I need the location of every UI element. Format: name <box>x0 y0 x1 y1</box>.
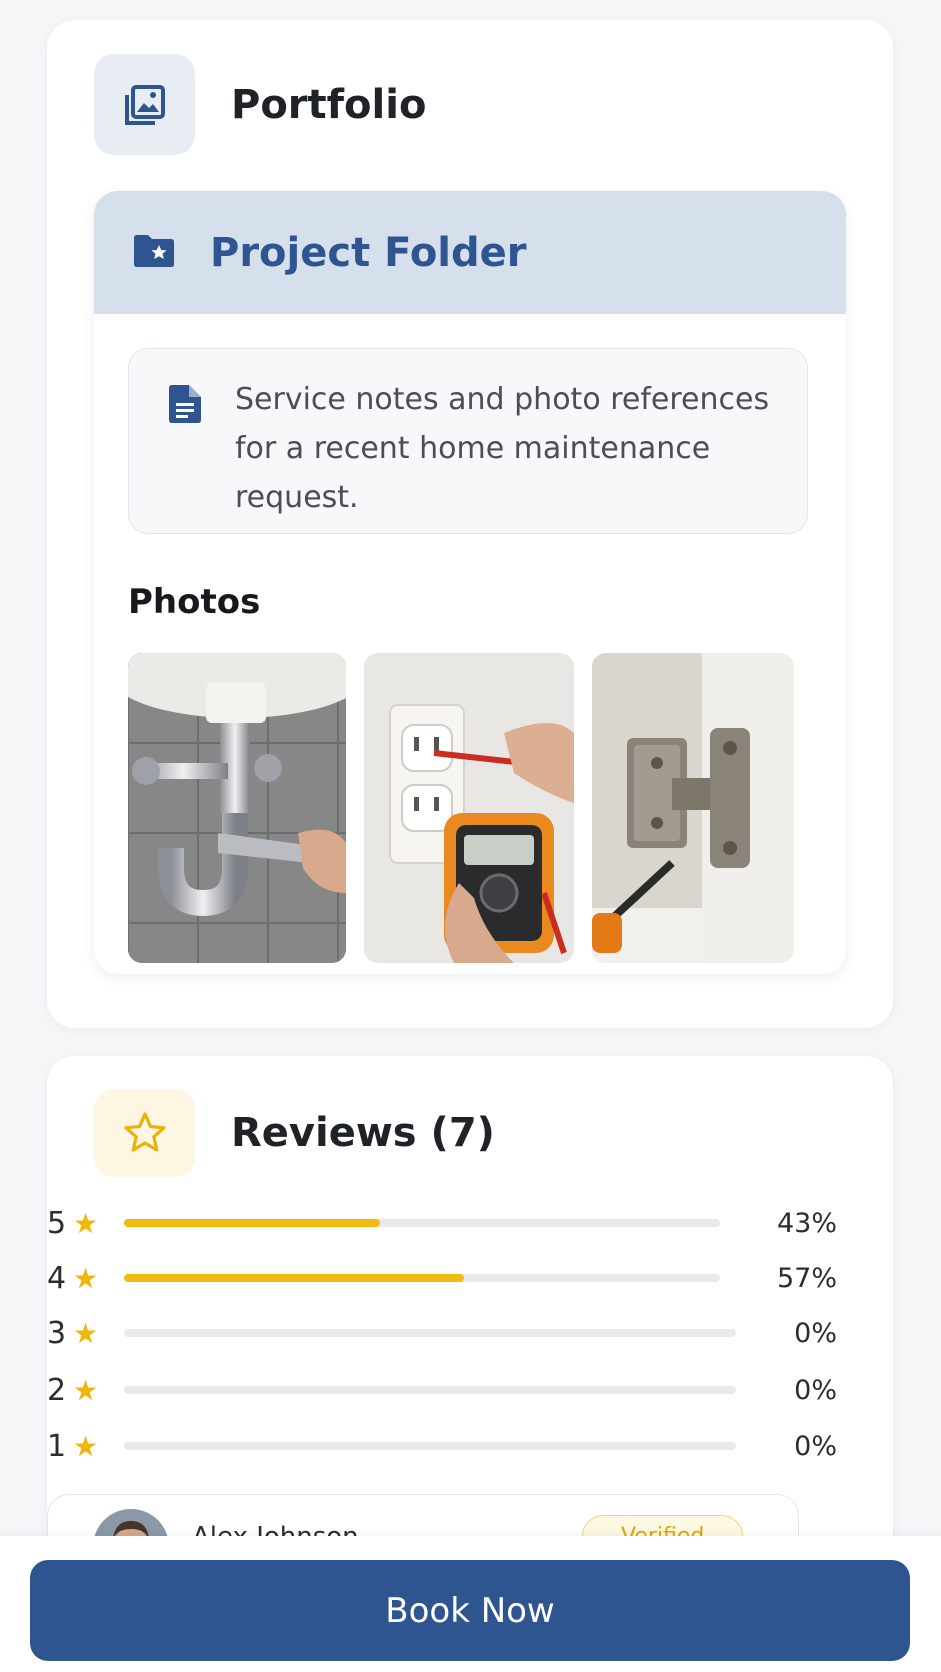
rating-bar-track <box>124 1274 720 1282</box>
rating-stars-count: 2 <box>47 1372 67 1408</box>
rating-row: 1 ★ 0% <box>47 1426 837 1466</box>
reviews-title: Reviews (7) <box>231 1110 495 1156</box>
rating-percent: 43% <box>776 1207 837 1239</box>
star-icon: ★ <box>73 1373 99 1407</box>
folder-header[interactable]: Project Folder <box>94 191 846 314</box>
star-icon: ★ <box>73 1429 99 1463</box>
rating-bar-fill <box>124 1219 381 1227</box>
rating-row: 4 ★ 57% <box>47 1258 837 1298</box>
photo-outlet-test[interactable] <box>364 653 574 963</box>
gallery-icon <box>94 54 195 155</box>
portfolio-header: Portfolio <box>94 54 426 155</box>
star-icon: ★ <box>73 1206 99 1240</box>
rating-stars-count: 4 <box>47 1260 67 1296</box>
star-outline-icon <box>94 1089 195 1177</box>
portfolio-card: Portfolio Project Folder Service notes a… <box>47 20 893 1028</box>
rating-stars-count: 1 <box>47 1428 67 1464</box>
provider-profile-page: Portfolio Project Folder Service notes a… <box>0 0 941 1672</box>
photos-heading: Photos <box>128 582 261 622</box>
rating-bar-track <box>124 1219 720 1227</box>
photo-plumbing[interactable] <box>128 653 346 963</box>
rating-row: 5 ★ 43% <box>47 1203 837 1243</box>
star-icon: ★ <box>73 1261 99 1295</box>
rating-bar-fill <box>124 1274 464 1282</box>
reviews-header: Reviews (7) <box>94 1089 495 1177</box>
photo-gallery <box>128 653 794 963</box>
portfolio-title: Portfolio <box>231 81 427 128</box>
document-icon <box>169 385 205 533</box>
rating-percent: 0% <box>794 1317 837 1349</box>
service-notes: Service notes and photo references for a… <box>128 348 808 534</box>
photo-cabinet-hinge[interactable] <box>592 653 794 963</box>
notes-text: Service notes and photo references for a… <box>235 382 770 515</box>
rating-row: 2 ★ 0% <box>47 1370 837 1410</box>
rating-bar-track <box>124 1329 736 1337</box>
project-folder[interactable]: Project Folder Service notes and photo r… <box>94 191 846 974</box>
rating-bar-track <box>124 1442 736 1450</box>
bottom-action-bar: Book Now <box>0 1536 941 1672</box>
rating-percent: 0% <box>794 1430 837 1462</box>
rating-row: 3 ★ 0% <box>47 1313 837 1353</box>
rating-percent: 57% <box>776 1262 837 1294</box>
book-now-button[interactable]: Book Now <box>30 1560 910 1661</box>
folder-star-icon <box>132 233 176 273</box>
rating-percent: 0% <box>794 1374 837 1406</box>
folder-title: Project Folder <box>210 229 527 276</box>
rating-stars-count: 3 <box>47 1315 67 1351</box>
rating-bar-track <box>124 1386 736 1394</box>
rating-stars-count: 5 <box>47 1205 67 1241</box>
star-icon: ★ <box>73 1316 99 1350</box>
